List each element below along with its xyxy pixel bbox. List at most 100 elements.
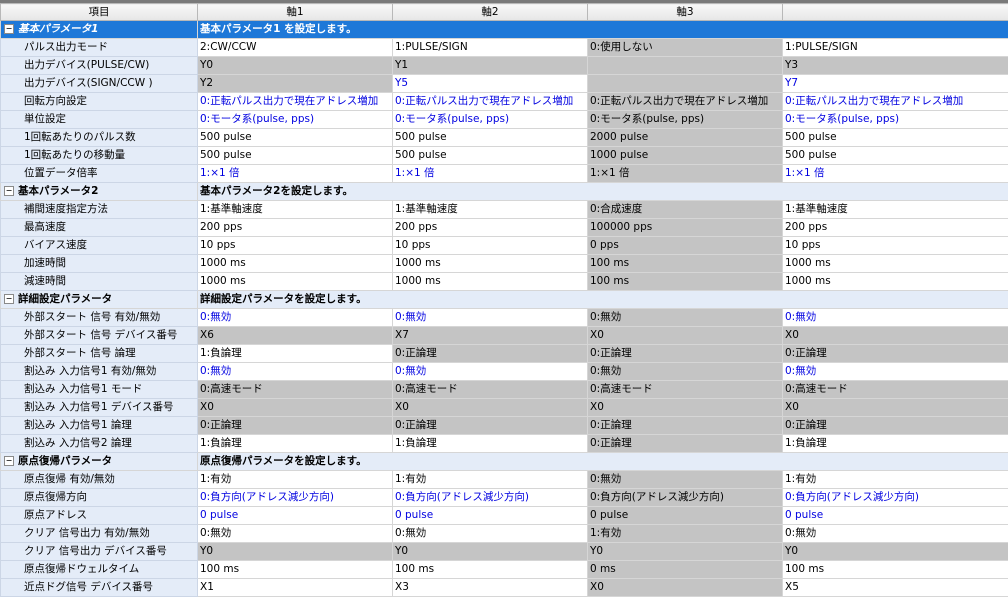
axis2-value[interactable]: 200 pps (393, 219, 588, 237)
parameter-name[interactable]: 最高速度 (1, 219, 198, 237)
parameter-name[interactable]: クリア 信号出力 有効/無効 (1, 525, 198, 543)
axis4-value[interactable]: 0:無効 (783, 525, 1008, 543)
axis2-value[interactable]: 0:負方向(アドレス減少方向) (393, 489, 588, 507)
collapse-toggle-icon[interactable]: − (4, 186, 14, 196)
parameter-name[interactable]: 原点復帰 有効/無効 (1, 471, 198, 489)
axis4-value[interactable]: 0:正論理 (783, 417, 1008, 435)
axis4-value[interactable]: 0:正転パルス出力で現在アドレス増加 (783, 93, 1008, 111)
col-header-axis1[interactable]: 軸1 (198, 4, 393, 21)
axis3-value[interactable]: 0:使用しない (588, 39, 783, 57)
parameter-name[interactable]: 割込み 入力信号1 有効/無効 (1, 363, 198, 381)
axis1-value[interactable]: 2:CW/CCW (198, 39, 393, 57)
parameter-name[interactable]: 割込み 入力信号1 モード (1, 381, 198, 399)
axis3-value[interactable]: 1:×1 倍 (588, 165, 783, 183)
parameter-name[interactable]: 原点復帰ドウェルタイム (1, 561, 198, 579)
parameter-name[interactable]: 単位設定 (1, 111, 198, 129)
axis4-value[interactable]: 1:基準軸速度 (783, 201, 1008, 219)
parameter-name[interactable]: 出力デバイス(SIGN/CCW ) (1, 75, 198, 93)
axis1-value[interactable]: 1:×1 倍 (198, 165, 393, 183)
axis3-value[interactable] (588, 75, 783, 93)
axis2-value[interactable]: 500 pulse (393, 129, 588, 147)
axis4-value[interactable]: 0:無効 (783, 309, 1008, 327)
axis1-value[interactable]: 100 ms (198, 561, 393, 579)
parameter-name[interactable]: 減速時間 (1, 273, 198, 291)
axis3-value[interactable]: 0:合成速度 (588, 201, 783, 219)
axis4-value[interactable]: X0 (783, 399, 1008, 417)
axis3-value[interactable]: 0:正論理 (588, 417, 783, 435)
axis2-value[interactable]: 0:無効 (393, 363, 588, 381)
axis2-value[interactable]: 1:負論理 (393, 435, 588, 453)
axis4-value[interactable]: 0:モータ系(pulse, pps) (783, 111, 1008, 129)
axis1-value[interactable]: X0 (198, 399, 393, 417)
parameter-name[interactable]: バイアス速度 (1, 237, 198, 255)
axis4-value[interactable]: 100 ms (783, 561, 1008, 579)
axis2-value[interactable]: 100 ms (393, 561, 588, 579)
parameter-name[interactable]: 割込み 入力信号2 論理 (1, 435, 198, 453)
axis1-value[interactable]: 1:負論理 (198, 345, 393, 363)
group-row[interactable]: −基本パラメータ1基本パラメータ1 を設定します。 (1, 21, 1008, 39)
axis1-value[interactable]: 0:無効 (198, 363, 393, 381)
axis4-value[interactable]: 1:PULSE/SIGN (783, 39, 1008, 57)
parameter-name[interactable]: クリア 信号出力 デバイス番号 (1, 543, 198, 561)
axis1-value[interactable]: 0 pulse (198, 507, 393, 525)
axis3-value[interactable]: 0:無効 (588, 363, 783, 381)
axis3-value[interactable]: 0:正論理 (588, 435, 783, 453)
axis1-value[interactable]: 500 pulse (198, 147, 393, 165)
axis4-value[interactable]: 500 pulse (783, 129, 1008, 147)
axis1-value[interactable]: 0:無効 (198, 309, 393, 327)
axis1-value[interactable]: 0:負方向(アドレス減少方向) (198, 489, 393, 507)
axis1-value[interactable]: Y0 (198, 57, 393, 75)
axis2-value[interactable]: 10 pps (393, 237, 588, 255)
group-title[interactable]: −基本パラメータ2 (1, 183, 198, 201)
axis2-value[interactable]: 1:PULSE/SIGN (393, 39, 588, 57)
col-header-axis2[interactable]: 軸2 (393, 4, 588, 21)
axis3-value[interactable]: 0:正論理 (588, 345, 783, 363)
axis3-value[interactable]: 1000 pulse (588, 147, 783, 165)
axis4-value[interactable]: 1:×1 倍 (783, 165, 1008, 183)
axis1-value[interactable]: 500 pulse (198, 129, 393, 147)
axis2-value[interactable]: Y5 (393, 75, 588, 93)
axis3-value[interactable]: Y0 (588, 543, 783, 561)
axis3-value[interactable]: 2000 pulse (588, 129, 783, 147)
axis3-value[interactable] (588, 57, 783, 75)
axis1-value[interactable]: Y0 (198, 543, 393, 561)
axis2-value[interactable]: X7 (393, 327, 588, 345)
axis1-value[interactable]: 0:無効 (198, 525, 393, 543)
axis3-value[interactable]: 0 pps (588, 237, 783, 255)
axis4-value[interactable]: 1:負論理 (783, 435, 1008, 453)
axis3-value[interactable]: 0:負方向(アドレス減少方向) (588, 489, 783, 507)
axis2-value[interactable]: 0:高速モード (393, 381, 588, 399)
parameter-name[interactable]: 外部スタート 信号 デバイス番号 (1, 327, 198, 345)
axis4-value[interactable]: 0 pulse (783, 507, 1008, 525)
axis4-value[interactable]: Y3 (783, 57, 1008, 75)
group-row[interactable]: −詳細設定パラメータ詳細設定パラメータを設定します。 (1, 291, 1008, 309)
axis4-value[interactable]: X0 (783, 327, 1008, 345)
axis2-value[interactable]: 500 pulse (393, 147, 588, 165)
axis1-value[interactable]: X6 (198, 327, 393, 345)
axis4-value[interactable]: 1000 ms (783, 255, 1008, 273)
axis2-value[interactable]: X0 (393, 399, 588, 417)
parameter-name[interactable]: 割込み 入力信号1 デバイス番号 (1, 399, 198, 417)
parameter-name[interactable]: 出力デバイス(PULSE/CW) (1, 57, 198, 75)
axis3-value[interactable]: 100000 pps (588, 219, 783, 237)
parameter-name[interactable]: 1回転あたりのパルス数 (1, 129, 198, 147)
parameter-name[interactable]: 1回転あたりの移動量 (1, 147, 198, 165)
axis1-value[interactable]: 1:基準軸速度 (198, 201, 393, 219)
axis2-value[interactable]: 1000 ms (393, 255, 588, 273)
axis3-value[interactable]: 100 ms (588, 273, 783, 291)
axis4-value[interactable]: 1:有効 (783, 471, 1008, 489)
axis2-value[interactable]: 1000 ms (393, 273, 588, 291)
axis1-value[interactable]: 10 pps (198, 237, 393, 255)
axis3-value[interactable]: 1:有効 (588, 525, 783, 543)
axis4-value[interactable]: 0:負方向(アドレス減少方向) (783, 489, 1008, 507)
group-title[interactable]: −原点復帰パラメータ (1, 453, 198, 471)
parameter-name[interactable]: 位置データ倍率 (1, 165, 198, 183)
parameter-name[interactable]: 原点復帰方向 (1, 489, 198, 507)
axis2-value[interactable]: 1:基準軸速度 (393, 201, 588, 219)
axis1-value[interactable]: 1000 ms (198, 273, 393, 291)
axis4-value[interactable]: 200 pps (783, 219, 1008, 237)
axis2-value[interactable]: 0 pulse (393, 507, 588, 525)
parameter-name[interactable]: 加速時間 (1, 255, 198, 273)
axis4-value[interactable]: 0:無効 (783, 363, 1008, 381)
parameter-name[interactable]: 外部スタート 信号 有効/無効 (1, 309, 198, 327)
